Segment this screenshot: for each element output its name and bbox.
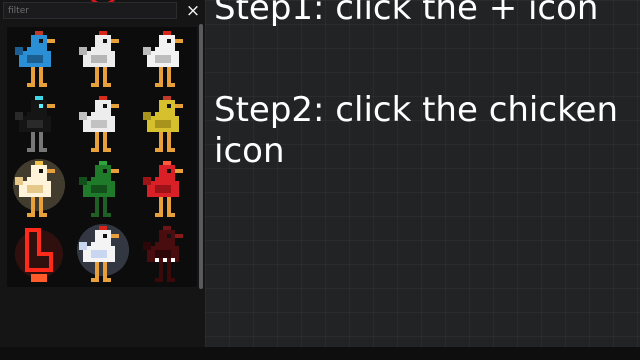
glowing-chicken-icon[interactable] [7, 157, 71, 221]
green-chicken-icon[interactable] [71, 157, 135, 221]
chicken-grid [7, 27, 197, 287]
main-canvas-area [205, 0, 640, 347]
white-chicken-large-icon[interactable] [135, 27, 199, 91]
close-icon[interactable]: × [184, 1, 202, 21]
step1-instruction: Step1: click the + icon [214, 0, 599, 28]
blue-chicken-icon[interactable] [7, 27, 71, 91]
dark-red-chicken-icon[interactable] [135, 222, 199, 286]
chicken-picker-panel: × [0, 0, 205, 347]
yellow-chicken-icon[interactable] [135, 92, 199, 156]
red-chicken-icon[interactable] [135, 157, 199, 221]
white-red-chicken-icon[interactable] [71, 92, 135, 156]
white-bandana-chicken-icon[interactable] [71, 222, 135, 286]
black-chicken-icon[interactable] [7, 92, 71, 156]
step2-instruction: Step2: click the chicken icon [214, 90, 619, 171]
white-chicken-icon[interactable] [71, 27, 135, 91]
neon-chicken-icon[interactable] [7, 222, 71, 286]
filter-input[interactable] [3, 2, 177, 19]
bottom-bar [0, 347, 640, 360]
panel-scrollbar[interactable] [199, 24, 203, 289]
